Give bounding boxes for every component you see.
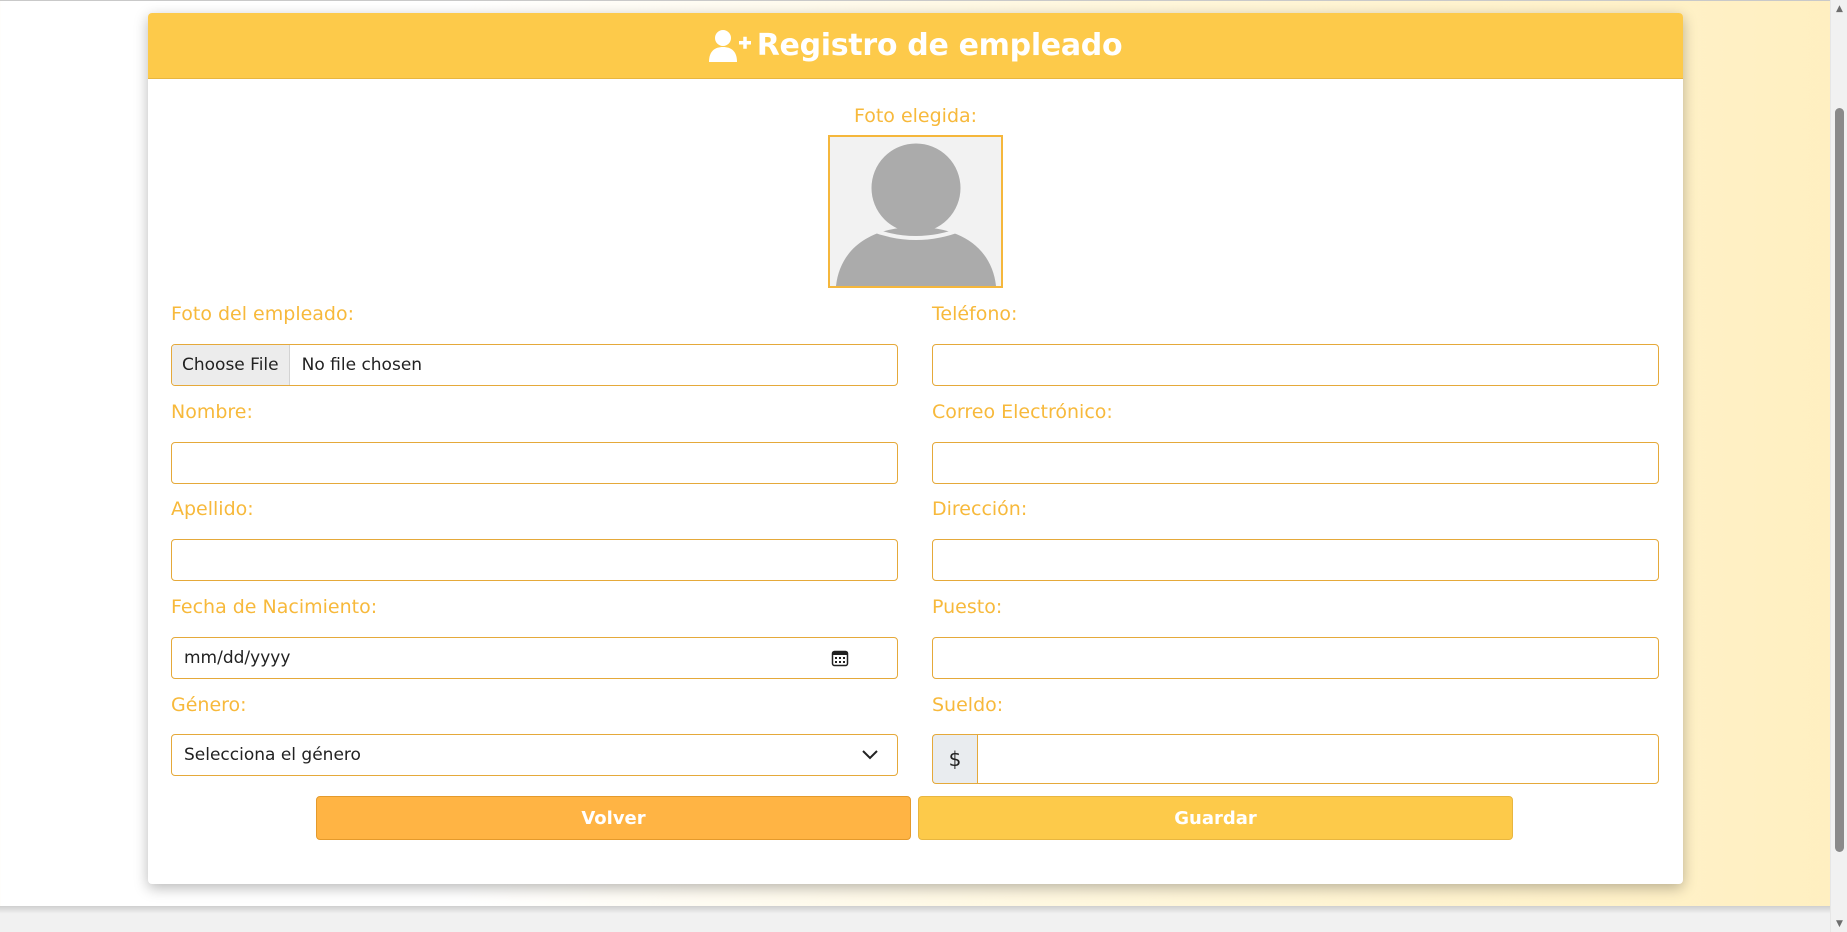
file-status-text: No file chosen: [301, 355, 423, 375]
first-name-input[interactable]: [171, 442, 898, 484]
date-placeholder: mm/dd/yyyy: [184, 648, 291, 668]
save-button[interactable]: Guardar: [918, 796, 1513, 840]
scroll-down-arrow-icon[interactable]: ▼: [1831, 915, 1847, 932]
scroll-up-arrow-icon[interactable]: ▲: [1831, 0, 1847, 17]
card-header: Registro de empleado: [148, 13, 1683, 79]
last-name-input[interactable]: [171, 539, 898, 581]
horizontal-scroll-area: [0, 906, 1830, 932]
user-plus-icon: [708, 29, 751, 62]
photo-field-label: Foto del empleado:: [171, 303, 355, 325]
employee-registration-card: Registro de empleado Foto elegida: Foto …: [148, 13, 1683, 884]
photo-file-input[interactable]: Choose File No file chosen: [171, 344, 898, 386]
page-title: Registro de empleado: [756, 28, 1123, 63]
address-input[interactable]: [932, 539, 1659, 581]
vertical-scrollbar[interactable]: ▲ ▼: [1830, 0, 1847, 932]
chevron-down-icon: [862, 750, 878, 760]
birth-date-label: Fecha de Nacimiento:: [171, 596, 378, 618]
email-input[interactable]: [932, 442, 1659, 484]
position-input[interactable]: [932, 637, 1659, 679]
gender-selected-value: Selecciona el género: [184, 745, 361, 765]
gender-select[interactable]: Selecciona el género: [171, 734, 898, 776]
gender-label: Género:: [171, 694, 247, 716]
user-avatar-placeholder: [830, 137, 1001, 286]
position-label: Puesto:: [932, 596, 1003, 618]
email-label: Correo Electrónico:: [932, 401, 1113, 423]
salary-input-group: $: [932, 734, 1659, 784]
last-name-label: Apellido:: [171, 498, 254, 520]
photo-preview: [828, 135, 1003, 288]
dollar-prefix: $: [932, 734, 977, 784]
salary-input[interactable]: [977, 734, 1659, 784]
phone-input[interactable]: [932, 344, 1659, 386]
calendar-icon[interactable]: [831, 649, 849, 667]
choose-file-button[interactable]: Choose File: [172, 345, 290, 385]
birth-date-input[interactable]: mm/dd/yyyy: [171, 637, 898, 679]
address-label: Dirección:: [932, 498, 1028, 520]
back-button[interactable]: Volver: [316, 796, 911, 840]
phone-label: Teléfono:: [932, 303, 1018, 325]
salary-label: Sueldo:: [932, 694, 1004, 716]
chosen-photo-label: Foto elegida:: [853, 105, 978, 127]
first-name-label: Nombre:: [171, 401, 253, 423]
scroll-thumb[interactable]: [1835, 108, 1844, 852]
top-divider: [0, 0, 1830, 1]
